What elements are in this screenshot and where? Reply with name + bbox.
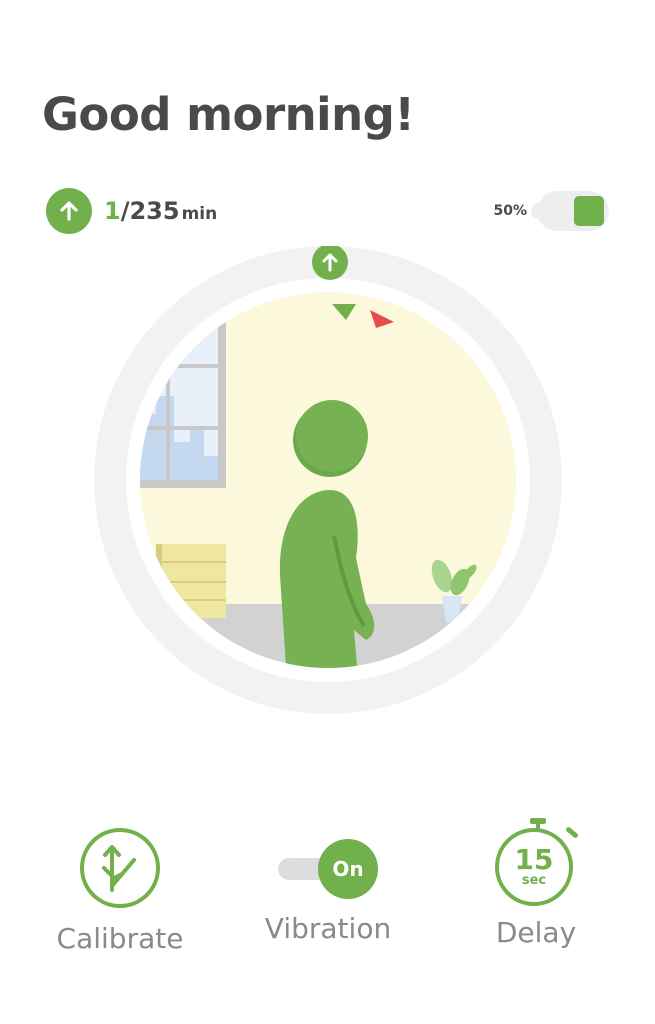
delay-button[interactable]: 15 sec Delay [460, 818, 612, 949]
vibration-label: Vibration [264, 912, 392, 945]
calibrate-label: Calibrate [56, 922, 184, 955]
stand-stats: 1/235 min [46, 188, 217, 234]
battery-percent: 50% [493, 203, 527, 219]
stand-unit: min [181, 204, 218, 224]
greeting-title: Good morning! [42, 88, 415, 141]
battery-icon [531, 191, 609, 231]
stand-current: 1 [104, 197, 121, 225]
vibration-control: On Vibration [248, 820, 408, 945]
stand-total: 235 [129, 197, 180, 225]
vibration-toggle[interactable]: On [278, 838, 378, 899]
battery-level [574, 196, 604, 226]
stand-count: 1/235 min [104, 197, 217, 225]
delay-value: 15 [514, 843, 554, 876]
calibrate-icon [80, 828, 160, 908]
delay-label: Delay [495, 916, 577, 949]
arrow-up-icon [46, 188, 92, 234]
delay-unit: sec [521, 873, 547, 888]
stopwatch-icon: 15 sec [495, 818, 579, 906]
calibrate-button[interactable]: Calibrate [42, 820, 198, 955]
posture-dial [94, 246, 562, 714]
battery-indicator: 50% [493, 190, 609, 232]
toggle-knob: On [318, 839, 378, 899]
